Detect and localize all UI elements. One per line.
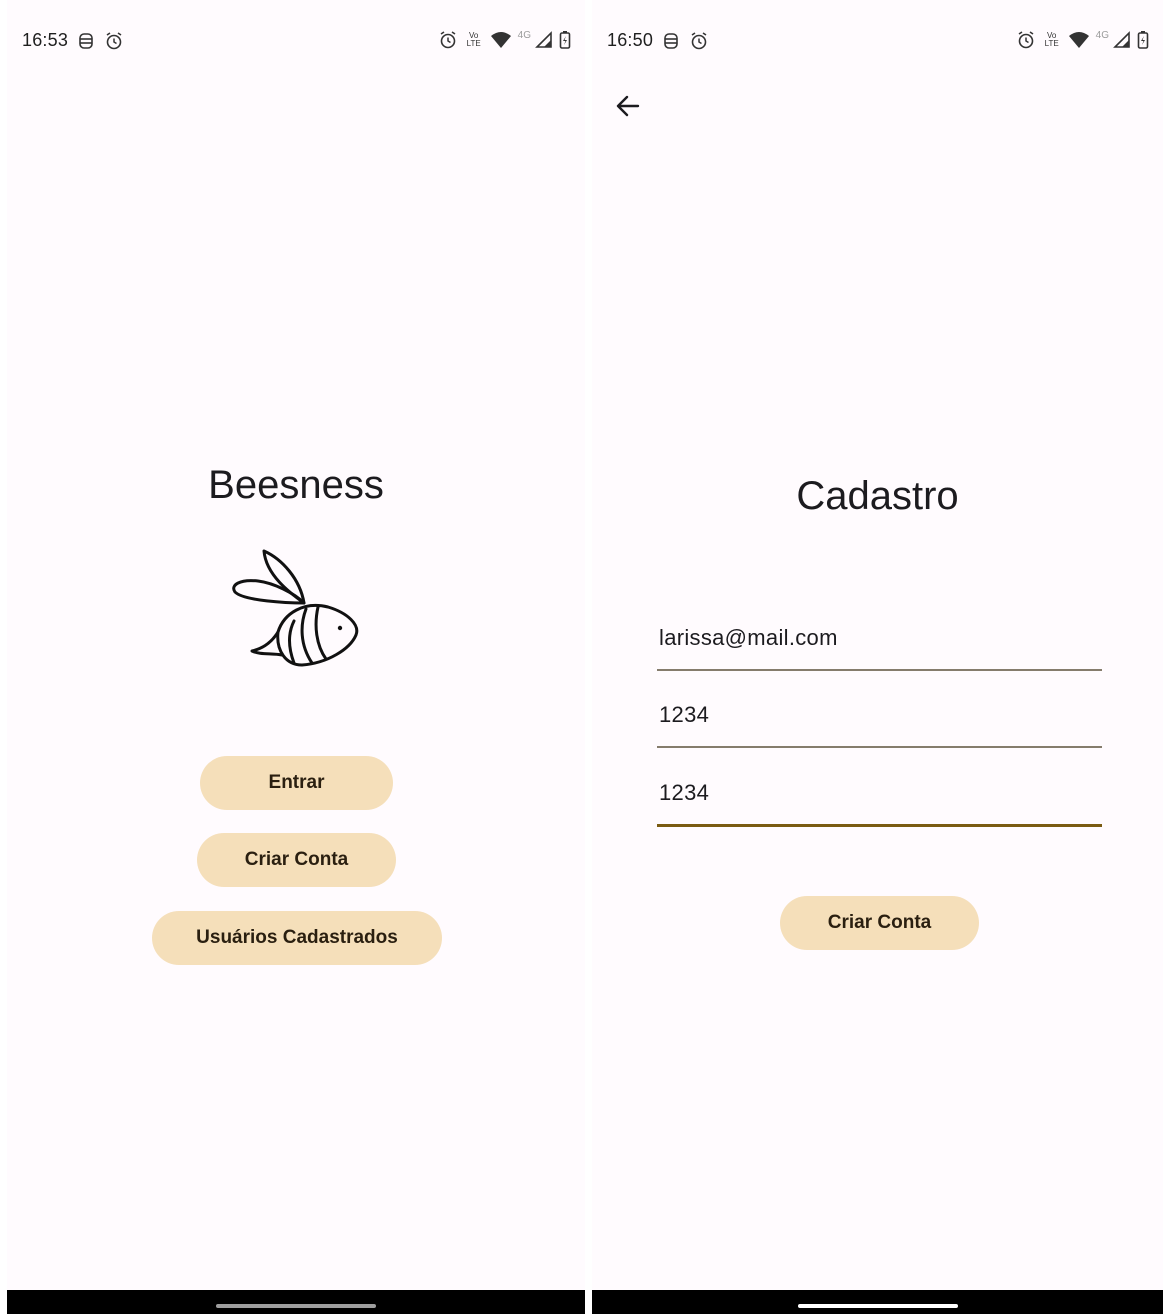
signal-icon [1113, 31, 1131, 49]
navigation-bar [7, 1290, 585, 1314]
email-field[interactable]: larissa@mail.com [657, 613, 1102, 671]
battery-icon [1137, 30, 1149, 50]
back-button[interactable] [612, 90, 644, 122]
volte-icon: Vo LTE [466, 31, 481, 48]
signup-screen: 16:50 Vo LTE 4G Cadastro larissa@mail.co… [592, 0, 1163, 1314]
home-screen: 16:53 Vo LTE 4G Beesness Entrar Criar Co… [7, 0, 585, 1314]
password-field[interactable]: 1234 [657, 690, 1102, 748]
status-time: 16:50 [607, 30, 654, 50]
arrow-back-icon [616, 95, 640, 117]
email-field-value: larissa@mail.com [659, 625, 838, 650]
password-field-value: 1234 [659, 702, 710, 727]
confirm-password-field[interactable]: 1234 [657, 768, 1102, 827]
bee-icon [230, 545, 360, 670]
registered-users-button[interactable]: Usuários Cadastrados [152, 911, 442, 965]
confirm-password-field-value: 1234 [659, 780, 710, 805]
battery-icon [559, 30, 571, 50]
page-title: Cadastro [796, 474, 959, 518]
create-account-submit-button[interactable]: Criar Conta [780, 896, 979, 950]
wifi-icon [1068, 31, 1090, 49]
alarm-icon [104, 31, 124, 51]
alarm-icon [689, 31, 709, 51]
home-gesture-handle[interactable] [797, 1304, 958, 1308]
vpn-icon [78, 32, 94, 50]
volte-icon: Vo LTE [1044, 31, 1059, 48]
create-account-button[interactable]: Criar Conta [197, 833, 396, 887]
network-type-label: 4G [517, 29, 531, 41]
status-time: 16:53 [22, 30, 69, 50]
alarm-icon [1016, 30, 1036, 50]
status-bar: 16:50 Vo LTE 4G [592, 22, 1163, 66]
network-type-label: 4G [1095, 29, 1109, 41]
navigation-bar [592, 1290, 1163, 1314]
home-gesture-handle[interactable] [216, 1304, 376, 1308]
app-title: Beesness [208, 463, 384, 507]
alarm-icon [438, 30, 458, 50]
signal-icon [535, 31, 553, 49]
wifi-icon [490, 31, 512, 49]
status-bar: 16:53 Vo LTE 4G [7, 22, 585, 66]
vpn-icon [663, 32, 679, 50]
login-button[interactable]: Entrar [200, 756, 393, 810]
